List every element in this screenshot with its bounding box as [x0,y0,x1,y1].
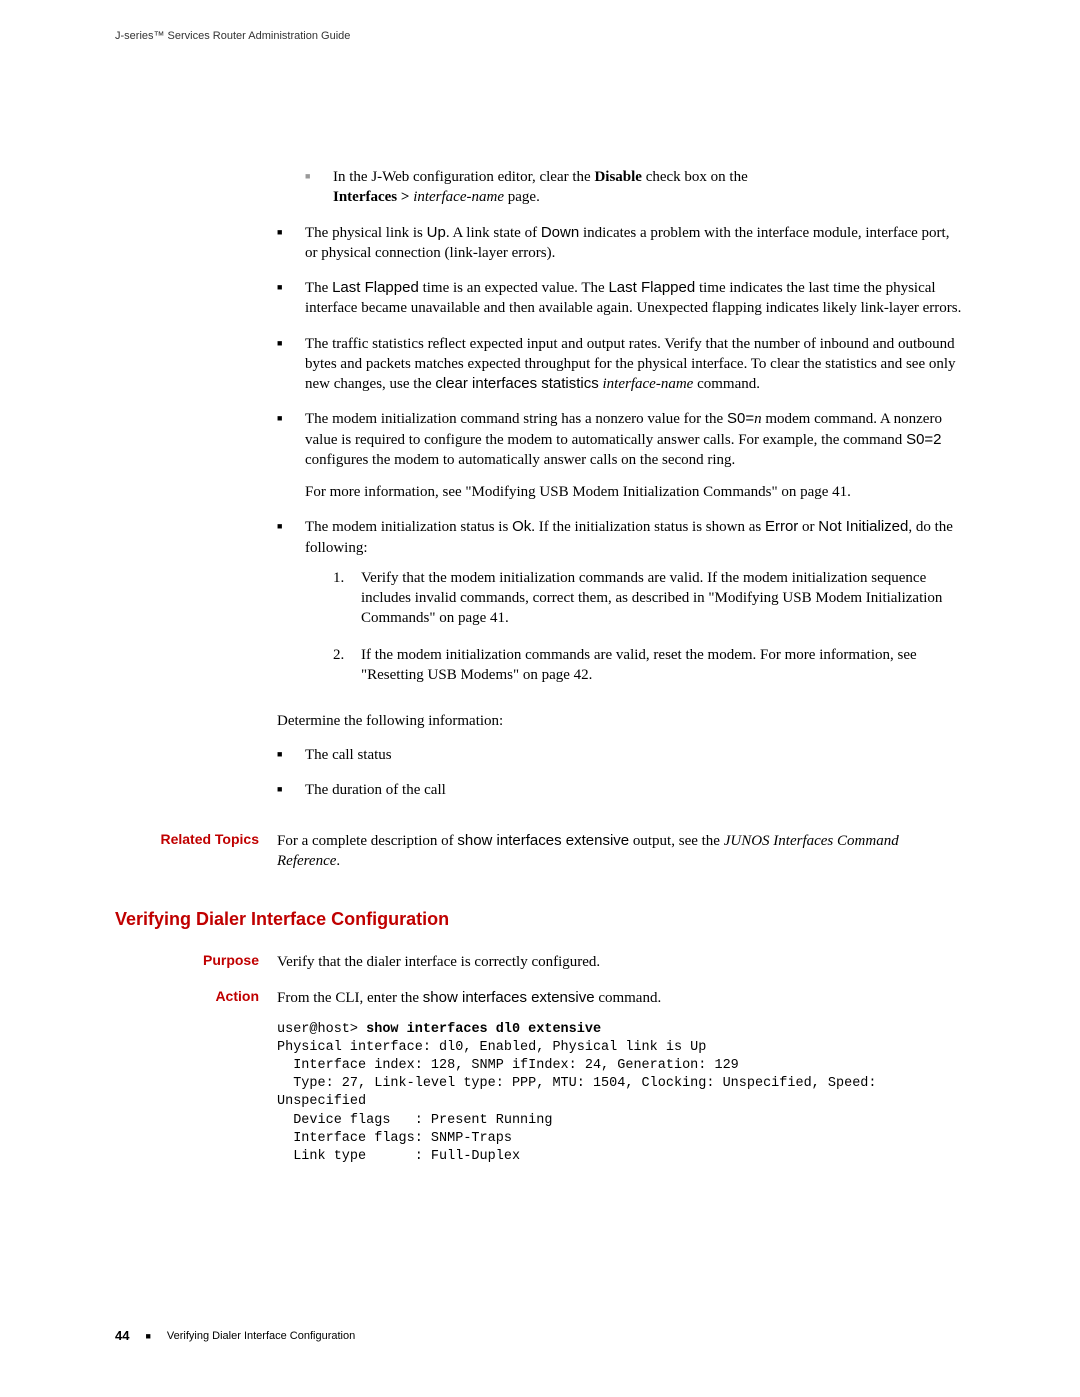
page-footer: 44 ■ Verifying Dialer Interface Configur… [115,1328,355,1343]
cli-output: user@host> show interfaces dl0 extensive… [277,1021,965,1167]
bullet-modem-init-cmd: The modem initialization command string … [277,409,965,502]
s02-word: S0=2 [906,431,941,448]
purpose-row: Purpose Verify that the dialer interface… [115,952,965,972]
text-fragment: . If the initialization status is shown … [531,519,765,535]
text-fragment: For a complete description of [277,833,457,849]
cli-prompt: user@host> [277,1022,366,1037]
last-flapped-word: Last Flapped [332,279,419,296]
text-fragment: check box on the [642,169,748,185]
action-text: From the CLI, enter the show interfaces … [277,988,965,1008]
text-fragment: From the CLI, enter the [277,990,423,1006]
not-init-word: Not Initialized [818,518,908,535]
text-fragment: page. [504,189,540,205]
disable-word: Disable [594,169,642,185]
square-icon: ■ [145,1331,150,1341]
text-fragment: The modem initialization command string … [305,411,727,427]
bullet-last-flapped: The Last Flapped time is an expected val… [277,278,965,319]
text-fragment: The [305,280,332,296]
error-word: Error [765,518,798,535]
code-row: user@host> show interfaces dl0 extensive… [115,1015,965,1167]
action-label: Action [115,988,277,1008]
ok-word: Ok [512,518,531,535]
step-num-2: 2. [333,645,344,665]
text-fragment: or [798,519,818,535]
interface-name-italic: interface-name [409,189,504,205]
text-fragment: configures the modem to automatically an… [305,452,735,468]
footer-text: Verifying Dialer Interface Configuration [167,1330,355,1342]
determine-bullets: The call status The duration of the call [277,745,965,801]
bullet-jweb: In the J-Web configuration editor, clear… [305,167,965,208]
page-number: 44 [115,1328,129,1343]
last-flapped-word2: Last Flapped [608,279,695,296]
down-word: Down [541,224,579,241]
modem-more-info: For more information, see "Modifying USB… [305,482,965,502]
n-italic: n [754,411,762,427]
text-fragment: The modem initialization status is [305,519,512,535]
interfaces-word: Interfaces > [333,189,409,205]
text-fragment: command. [693,376,760,392]
show-interfaces-cmd2: show interfaces extensive [423,989,595,1006]
text-fragment: output, see the [629,833,724,849]
bullet-traffic-stats: The traffic statistics reflect expected … [277,334,965,395]
bullet-modem-init-status: The modem initialization status is Ok. I… [277,517,965,685]
text-fragment: . A link state of [446,225,541,241]
show-interfaces-cmd: show interfaces extensive [457,832,629,849]
text-fragment: . [336,853,340,869]
text-fragment: command. [595,990,662,1006]
step-1: 1. Verify that the modem initialization … [333,568,965,629]
section-heading-dialer: Verifying Dialer Interface Configuration [115,909,965,930]
bullet-physical-link: The physical link is Up. A link state of… [277,223,965,264]
s0-word: S0= [727,410,754,427]
related-topics-row: Related Topics For a complete descriptio… [115,831,965,872]
up-word: Up [427,224,446,241]
bullet-call-duration: The duration of the call [277,780,965,800]
cli-body: Physical interface: dl0, Enabled, Physic… [277,1040,877,1164]
step-2: 2. If the modem initialization commands … [333,645,965,686]
bullet-call-status: The call status [277,745,965,765]
purpose-text: Verify that the dialer interface is corr… [277,952,965,972]
related-topics-text: For a complete description of show inter… [277,831,965,872]
code-label-empty [115,1015,277,1167]
text-fragment: time is an expected value. The [419,280,609,296]
numbered-steps: 1. Verify that the modem initialization … [333,568,965,685]
text-fragment: In the J-Web configuration editor, clear… [333,169,594,185]
action-row: Action From the CLI, enter the show inte… [115,988,965,1008]
cli-command: show interfaces dl0 extensive [366,1022,601,1037]
text-fragment: The physical link is [305,225,427,241]
step-1-text: Verify that the modem initialization com… [361,570,942,627]
determine-text: Determine the following information: [277,713,965,730]
clear-stats-cmd: clear interfaces statistics [435,375,598,392]
step-2-text: If the modem initialization commands are… [361,647,917,683]
step-num-1: 1. [333,568,344,588]
interface-name-italic2: interface-name [599,376,694,392]
related-topics-label: Related Topics [115,831,277,872]
purpose-label: Purpose [115,952,277,972]
page-header-title: J-series™ Services Router Administration… [115,30,965,42]
configuration-bullets: In the J-Web configuration editor, clear… [277,167,965,685]
